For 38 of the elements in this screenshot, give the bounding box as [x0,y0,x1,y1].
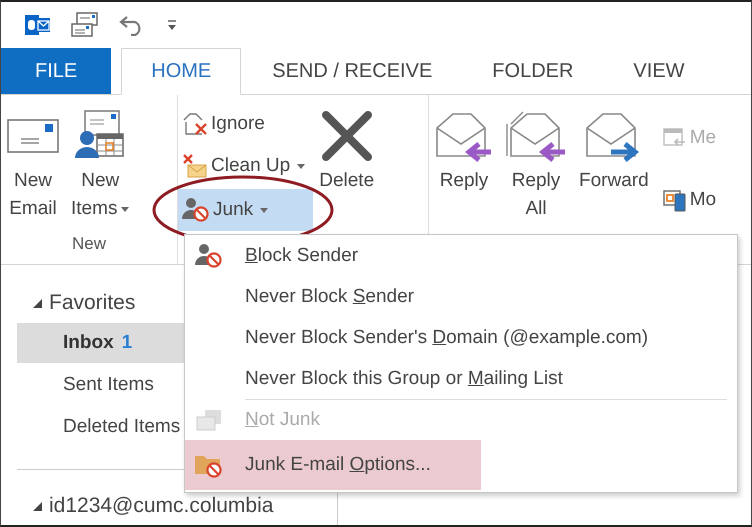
caret-icon [121,206,130,212]
ribbon-tab[interactable]: HOME [121,48,242,95]
ribbon-button[interactable]: Delete [313,105,380,195]
outlook-logo-icon[interactable] [25,13,51,37]
caret-icon [260,208,268,212]
ribbon-tab[interactable]: SEND / RECEIVE [243,48,462,94]
ribbon-button[interactable]: Clean Up [178,147,314,185]
envelope-x-icon [182,112,208,136]
person-block-icon [195,242,223,268]
ribbon-tab[interactable]: FILE [1,48,112,94]
send-receive-icon[interactable] [71,12,99,38]
group-label: New [70,234,107,255]
account-header[interactable]: id1234@cumc.columbia [1,494,337,518]
clean-up-icon [182,153,208,179]
envelopes-icon [195,408,223,430]
ribbon-tab[interactable]: VIEW [604,48,714,94]
ribbon-button[interactable]: Ignore [178,105,314,143]
envelopes-left-arrow-icon [505,110,567,162]
menu-item[interactable]: Never Block Sender [185,276,737,317]
ribbon-button[interactable]: Mo [658,181,724,219]
expanded-triangle-icon [33,502,42,510]
ribbon-button[interactable]: Junk [178,189,314,231]
person-block-icon [182,197,210,223]
ribbon-button[interactable]: New Email [1,105,65,223]
menu-item[interactable]: Block Sender [185,235,737,276]
envelope-icon [7,119,59,153]
expanded-triangle-icon [33,298,42,308]
device-icon [662,188,687,212]
customize-toolbar-icon[interactable] [167,19,177,31]
ribbon-button[interactable]: Reply [429,105,499,195]
ribbon-button[interactable]: New Items [65,105,136,223]
delete-icon [320,109,374,163]
ribbon-button[interactable]: Forward [573,105,655,195]
envelope-left-arrow-icon [435,110,493,162]
ribbon-tab[interactable]: FOLDER [463,48,602,94]
menu-item[interactable]: Junk E-mail Options... [185,440,481,490]
ribbon-button[interactable]: Reply All [499,105,573,223]
caret-icon [297,164,306,168]
